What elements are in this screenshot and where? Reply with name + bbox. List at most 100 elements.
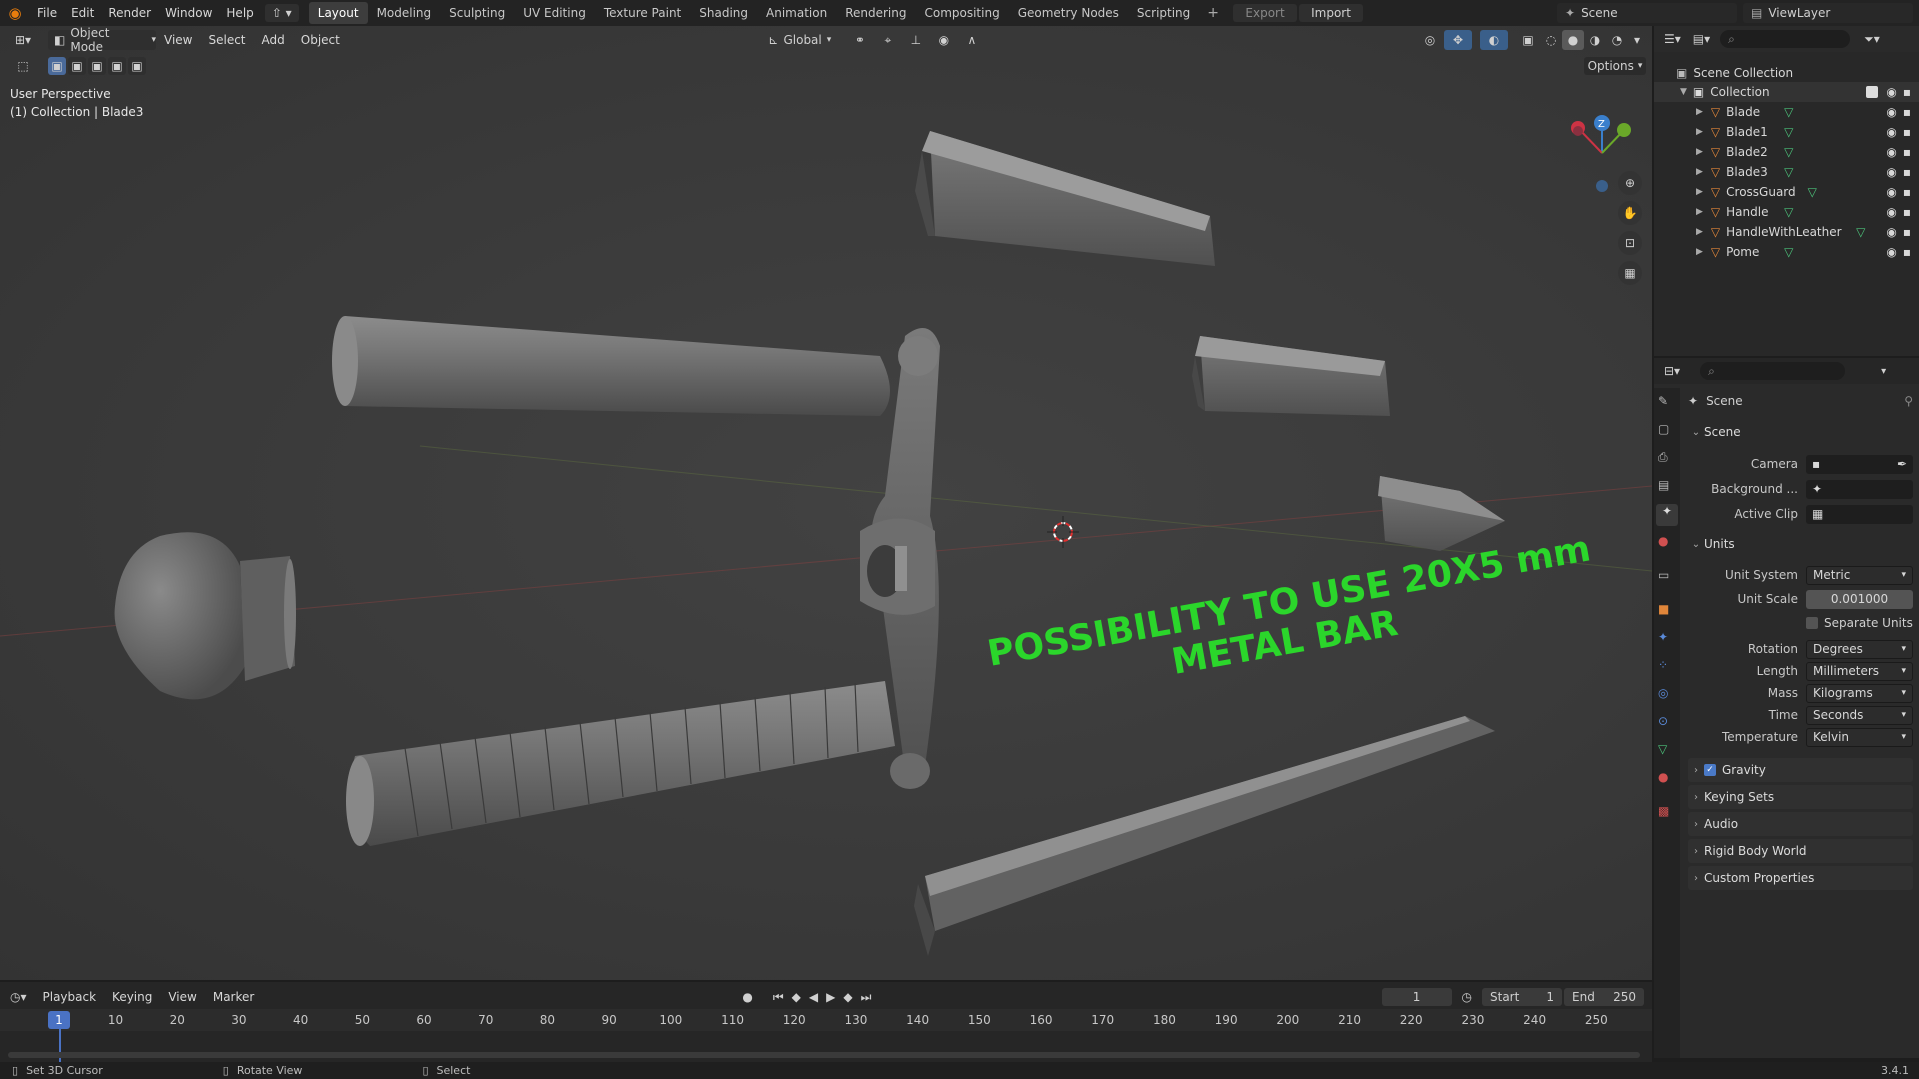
blender-logo-icon[interactable]: ◉ [0,4,30,22]
play-icon[interactable]: ▶ [826,990,835,1004]
menu-select[interactable]: Select [200,33,253,47]
camera-icon[interactable]: ▪ [1903,245,1911,259]
record-icon[interactable]: ● [742,990,752,1004]
grid-icon[interactable]: ▦ [1618,261,1642,285]
output-tab-icon[interactable]: ⎙ [1658,450,1668,465]
import-button[interactable]: Import [1299,4,1364,22]
menu-marker[interactable]: Marker [205,990,262,1004]
tab-animation[interactable]: Animation [757,2,836,24]
expand-icon[interactable]: ▶ [1696,187,1703,197]
tab-texture-paint[interactable]: Texture Paint [595,2,690,24]
eye-icon[interactable]: ◉ [1886,85,1896,99]
eyedropper-icon[interactable]: ✒ [1897,457,1907,471]
unit-system-dropdown[interactable]: Metric ▾ [1806,565,1913,585]
options-button[interactable]: Options ▾ [1584,57,1646,75]
hand-icon[interactable]: ✋ [1618,201,1642,225]
outliner-item[interactable]: ▶ ▽ HandleWithLeather ▽ ◉ ▪ [1654,222,1919,242]
tab-uv-editing[interactable]: UV Editing [514,2,595,24]
menu-add[interactable]: Add [254,33,293,47]
jump-end-icon[interactable]: ⏭ [861,990,872,1005]
tab-layout[interactable]: Layout [308,2,368,24]
timeline-scrollbar[interactable] [8,1052,1640,1058]
current-frame-field[interactable]: 1 [1381,988,1452,1006]
viewport-scene[interactable]: POSSIBILITY TO USE 20X5 mm METAL BAR Z [0,26,1652,980]
gravity-checkbox[interactable]: ✓ [1704,764,1716,776]
select-intersect-icon[interactable]: ▣ [128,57,146,75]
camera-icon[interactable]: ▪ [1903,225,1911,239]
eye-icon[interactable]: ◉ [1886,145,1896,159]
snap-target-icon[interactable]: ⊥ [902,30,930,50]
camera-icon[interactable]: ▪ [1903,185,1911,199]
expand-icon[interactable]: ▶ [1696,167,1703,177]
tool-tab-icon[interactable]: ✎ [1658,394,1668,408]
select-new-icon[interactable]: ▣ [48,57,66,75]
eye-icon[interactable]: ◉ [1886,105,1896,119]
camera-field[interactable]: ▪ ✒ [1806,454,1913,474]
menu-file[interactable]: File [30,0,64,26]
filter-icon[interactable]: ⏷▾ [1864,32,1880,47]
material-tab-icon[interactable]: ● [1658,770,1668,784]
eye-icon[interactable]: ◉ [1886,185,1896,199]
outliner-item[interactable]: ▶ ▽ Pome ▽ ◉ ▪ [1654,242,1919,262]
world-tab-icon[interactable]: ● [1658,534,1668,548]
rendered-shading-icon[interactable]: ◔ [1606,30,1628,50]
physics-tab-icon[interactable]: ◎ [1658,686,1668,700]
material-shading-icon[interactable]: ◑ [1584,30,1606,50]
camera-icon[interactable]: ▪ [1903,105,1911,119]
modifier-tab-icon[interactable]: ✦ [1658,630,1668,644]
menu-keying[interactable]: Keying [104,990,160,1004]
gizmo-toggle-icon[interactable]: ✥ [1444,30,1472,50]
rotation-dropdown[interactable]: Degrees ▾ [1806,639,1913,659]
section-keying-sets[interactable]: › Keying Sets [1688,785,1913,809]
expand-icon[interactable]: ▶ [1696,127,1703,137]
menu-object[interactable]: Object [293,33,348,47]
tab-compositing[interactable]: Compositing [915,2,1008,24]
viewlayer-selector[interactable]: ▤ ViewLayer [1743,3,1913,23]
length-dropdown[interactable]: Millimeters ▾ [1806,661,1913,681]
wireframe-shading-icon[interactable]: ◌ [1540,30,1562,50]
select-subtract-icon[interactable]: ▣ [88,57,106,75]
render-tab-icon[interactable]: ▢ [1658,422,1669,436]
falloff-icon[interactable]: ∧ [958,30,986,50]
camera-icon[interactable]: ▪ [1903,125,1911,139]
camera-icon[interactable]: ▪ [1903,145,1911,159]
particles-tab-icon[interactable]: ⁘ [1658,658,1668,672]
visibility-icon[interactable]: ◎ [1416,30,1444,50]
outliner-item[interactable]: ▶ ▽ Blade ▽ ◉ ▪ [1654,102,1919,122]
solid-shading-icon[interactable]: ● [1562,30,1584,50]
chevron-down-icon[interactable]: ▾ [1881,366,1886,377]
separate-units-checkbox[interactable] [1806,617,1818,629]
eye-icon[interactable]: ◉ [1886,165,1896,179]
pivot-point-icon[interactable]: ⚭ [846,30,874,50]
tab-scripting[interactable]: Scripting [1128,2,1199,24]
eye-icon[interactable]: ◉ [1886,225,1896,239]
collection-tab-icon[interactable]: ▭ [1658,568,1669,582]
template-menu-button[interactable]: ⇧ ▾ [264,4,299,22]
section-custom-properties[interactable]: › Custom Properties [1688,866,1913,890]
zoom-icon[interactable]: ⊕ [1618,171,1642,195]
temperature-dropdown[interactable]: Kelvin ▾ [1806,727,1913,747]
display-mode-icon[interactable]: ▤▾ [1693,32,1710,46]
menu-edit[interactable]: Edit [64,0,101,26]
outliner-item[interactable]: ▶ ▽ Handle ▽ ◉ ▪ [1654,202,1919,222]
section-gravity[interactable]: › ✓ Gravity [1688,758,1913,782]
editor-type-button[interactable]: ⊞▾ [6,30,40,50]
expand-icon[interactable]: ▼ [1680,87,1687,97]
scene-tab-icon[interactable]: ✦ [1656,504,1678,526]
tab-modeling[interactable]: Modeling [368,2,441,24]
section-rigid-body[interactable]: › Rigid Body World [1688,839,1913,863]
tab-shading[interactable]: Shading [690,2,757,24]
outliner-item[interactable]: ▶ ▽ Blade3 ▽ ◉ ▪ [1654,162,1919,182]
export-button[interactable]: Export [1233,4,1298,22]
camera-view-icon[interactable]: ⊡ [1618,231,1642,255]
exclude-checkbox[interactable] [1866,86,1879,98]
jump-start-icon[interactable]: ⏮ [773,990,784,1005]
start-frame-field[interactable]: Start 1 [1482,988,1562,1006]
menu-render[interactable]: Render [101,0,158,26]
select-invert-icon[interactable]: ▣ [108,57,126,75]
playhead[interactable]: 1 [48,1011,70,1029]
background-field[interactable]: ✦ [1806,479,1913,499]
eye-icon[interactable]: ◉ [1886,205,1896,219]
eye-icon[interactable]: ◉ [1886,245,1896,259]
time-dropdown[interactable]: Seconds ▾ [1806,705,1913,725]
